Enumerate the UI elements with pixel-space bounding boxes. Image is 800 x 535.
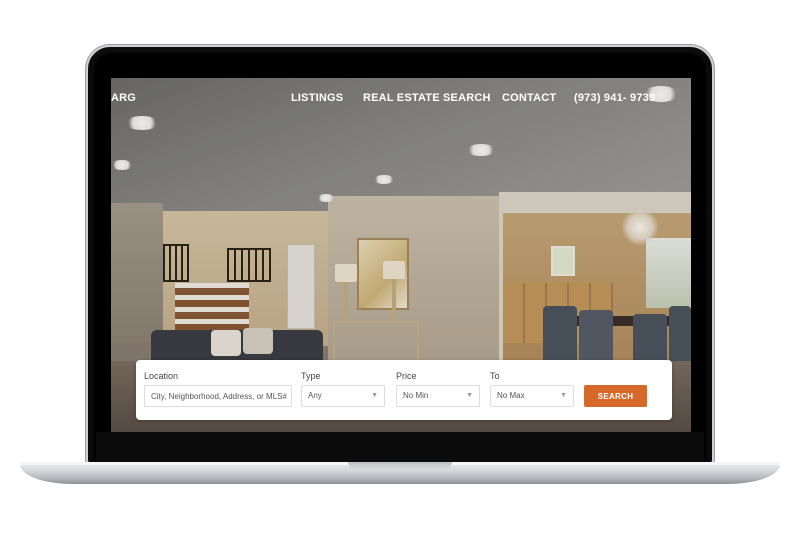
nav-phone-number[interactable]: (973) 941- 9739	[574, 92, 655, 104]
price-min-label: Price	[396, 371, 417, 381]
top-nav: ARG LISTINGS REAL ESTATE SEARCH CONTACT …	[111, 78, 691, 118]
property-search-panel: Location Type Any ▼ Price No Min ▼ To No…	[136, 360, 672, 420]
brand-logo[interactable]: ARG	[111, 92, 136, 104]
price-max-select[interactable]: No Max ▼	[490, 385, 574, 407]
price-min-select[interactable]: No Min ▼	[396, 385, 480, 407]
website-screen: ARG LISTINGS REAL ESTATE SEARCH CONTACT …	[111, 78, 691, 432]
chevron-down-icon: ▼	[371, 392, 378, 399]
price-max-label: To	[490, 371, 500, 381]
location-label: Location	[144, 371, 179, 381]
search-button[interactable]: SEARCH	[584, 385, 647, 407]
price-max-select-value: No Max	[497, 391, 525, 400]
type-select[interactable]: Any ▼	[301, 385, 385, 407]
type-select-value: Any	[308, 391, 322, 400]
price-min-select-value: No Min	[403, 391, 429, 400]
chevron-down-icon: ▼	[560, 392, 567, 399]
nav-link-listings[interactable]: LISTINGS	[291, 92, 343, 104]
type-label: Type	[301, 371, 321, 381]
chevron-down-icon: ▼	[466, 392, 473, 399]
nav-link-contact[interactable]: CONTACT	[502, 92, 556, 104]
laptop-bezel	[96, 432, 704, 462]
nav-link-real-estate-search[interactable]: REAL ESTATE SEARCH	[363, 92, 491, 104]
location-input[interactable]	[144, 385, 292, 407]
laptop-notch	[348, 462, 452, 470]
